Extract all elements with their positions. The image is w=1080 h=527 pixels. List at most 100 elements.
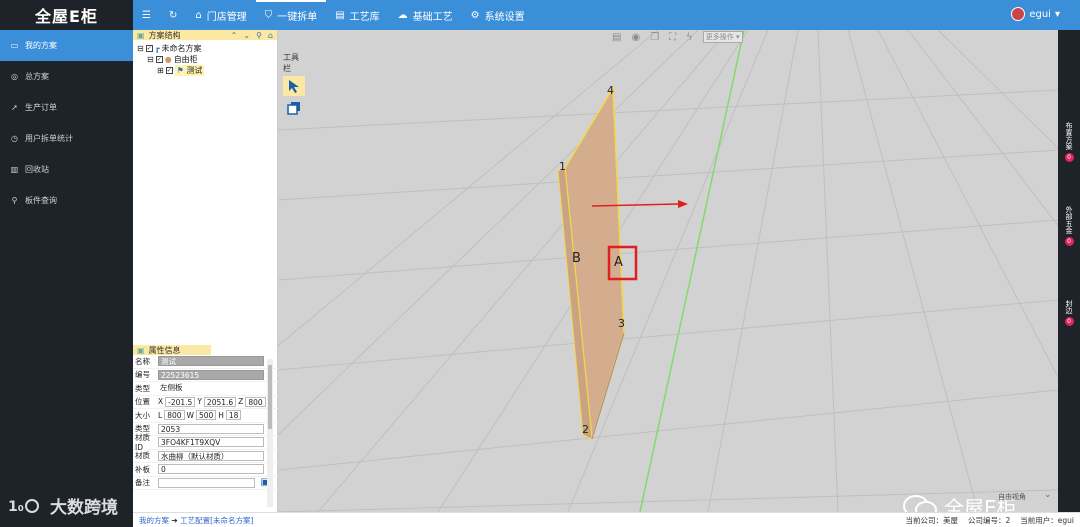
code-field[interactable]: 22523615 <box>158 369 264 380</box>
sidebar-item-orders[interactable]: ➚ 生产订单 <box>0 92 133 123</box>
hamburger-icon: ☰ <box>142 9 151 21</box>
caret-down-icon: ▾ <box>1054 8 1060 20</box>
pos-y-field[interactable]: 2051.6 <box>203 396 237 407</box>
board-icon: ⚑ <box>176 66 184 75</box>
face-label-a: A <box>614 255 623 270</box>
type-value: 左侧板 <box>160 383 183 393</box>
right-tab-label: 封边 <box>1065 300 1073 314</box>
copy-tool-button[interactable] <box>283 98 305 118</box>
tree-node-cabinet[interactable]: ⊟ ✓ ● 自由柜 <box>137 54 273 65</box>
tree-checkbox[interactable]: ✓ <box>155 56 163 63</box>
face-label-b: B <box>572 251 581 266</box>
right-tab-layout[interactable]: 布置方案 0 <box>1058 122 1080 162</box>
more-actions-button[interactable]: 更多操作 ▾ <box>702 31 743 43</box>
structure-title-bar: ▣ 方案结构 ⌃ ⌄ ⚲ ⌂ <box>133 30 277 40</box>
material-id-field[interactable]: 3FO4KF1T9XQV <box>158 437 264 448</box>
size-l-field[interactable]: 800 <box>164 410 185 421</box>
sidebar-item-board-search[interactable]: ⚲ 板件查询 <box>0 185 133 216</box>
collapse-all-icon[interactable]: ⌄ <box>243 31 250 40</box>
chevron-down-icon[interactable]: ⌄ <box>1044 490 1052 500</box>
watermark-icon: 1₀ <box>8 498 39 515</box>
vertex-label-4: 4 <box>607 84 614 97</box>
layers-icon[interactable]: ❐ <box>650 32 659 43</box>
refresh-button[interactable]: ↻ <box>160 0 186 30</box>
nav-settings[interactable]: ⚙ 系统设置 <box>462 0 534 30</box>
breadcrumb-config[interactable]: 工艺配置[未命名方案] <box>180 516 253 525</box>
size-w-field[interactable]: 500 <box>195 410 217 421</box>
prop-edge: 补板 0 <box>133 463 278 477</box>
send-icon: ➚ <box>11 103 18 112</box>
refresh-icon: ↻ <box>168 9 178 21</box>
right-tab-label: 布置方案 <box>1065 122 1073 150</box>
panel-icon: ▣ <box>137 345 145 355</box>
count-badge: 0 <box>1064 237 1074 246</box>
folder-icon: ▭ <box>10 41 19 50</box>
sidebar-item-all-plans[interactable]: ◎ 总方案 <box>0 61 133 92</box>
tree-node-board[interactable]: ⊞ ✓ ⚑ 测试 <box>137 65 273 76</box>
search-icon[interactable]: ⚲ <box>256 31 262 40</box>
sidebar-item-my-plans[interactable]: ▭ 我的方案 <box>0 30 133 61</box>
lightning-icon[interactable]: ϟ <box>686 32 693 43</box>
globe-icon: ◎ <box>11 72 18 81</box>
right-sidebar: 布置方案 0 外部五金 0 封边 0 <box>1058 30 1080 512</box>
nav-basic-craft[interactable]: ☁ 基础工艺 <box>389 0 462 30</box>
count-badge: 0 <box>1064 153 1074 162</box>
user-menu[interactable]: egui ▾ <box>1011 7 1060 21</box>
wechat-icon <box>903 494 937 512</box>
svg-text:1₀: 1₀ <box>8 499 24 515</box>
sidebar: 全屋E柜 ▭ 我的方案 ◎ 总方案 ➚ 生产订单 ◷ 用户拆单统计 ▥ 回收站 … <box>0 0 133 527</box>
shield-icon: ⛉ <box>264 9 273 21</box>
nav-split-order[interactable]: ⛉ 一键拆单 <box>255 0 327 30</box>
home-icon[interactable]: ⌂ <box>268 31 273 40</box>
sidebar-item-recycle[interactable]: ▥ 回收站 <box>0 154 133 185</box>
target-icon[interactable]: ◉ <box>631 32 640 43</box>
breadcrumb-my-plans[interactable]: 我的方案 <box>139 516 169 525</box>
vertex-label-1: 1 <box>559 160 566 173</box>
arrow-head <box>678 200 688 208</box>
tree-checkbox[interactable]: ✓ <box>165 67 173 74</box>
note-field[interactable] <box>158 477 255 488</box>
search-icon: ⚲ <box>11 196 18 205</box>
company-code-label: 公司编号：2 <box>968 515 1011 525</box>
status-bar: 我的方案 ➔ 工艺配置[未命名方案] 当前公司：美屋 公司编号：2 当前用户：e… <box>133 512 1080 527</box>
y-axis-line <box>639 30 745 512</box>
menu-toggle-button[interactable]: ☰ <box>133 0 160 30</box>
nav-craft-lib[interactable]: ▤ 工艺库 <box>326 0 388 30</box>
right-tab-hardware[interactable]: 外部五金 0 <box>1058 206 1080 246</box>
expand-all-icon[interactable]: ⌃ <box>231 31 238 40</box>
edge-field[interactable]: 0 <box>158 464 264 475</box>
current-user-label: 当前用户：egui <box>1020 515 1074 525</box>
structure-panel: ▣ 方案结构 ⌃ ⌄ ⚲ ⌂ ⊟ ✓ ┏ 未命名方案 ⊟ ✓ ● 自由柜 ⊞ ✓ ⚑… <box>133 30 278 512</box>
name-field[interactable]: 测试 <box>158 356 264 367</box>
cursor-icon <box>289 80 299 93</box>
right-tab-edge[interactable]: 封边 0 <box>1058 300 1080 326</box>
pos-x-field[interactable]: -201.5 <box>165 396 196 407</box>
panel-icon: ▣ <box>137 30 145 40</box>
fullscreen-icon[interactable]: ⛶ <box>669 32 676 43</box>
sidebar-item-stats[interactable]: ◷ 用户拆单统计 <box>0 123 133 154</box>
vertex-label-3: 3 <box>618 317 625 330</box>
prop-name: 名称 测试 <box>133 355 278 369</box>
floor-grid <box>278 30 1058 512</box>
3d-viewport[interactable]: 1 4 3 2 A B 工具栏 ▤ ◉ ❐ ⛶ ϟ 更多操作 ▾ 全屋E柜 自由… <box>278 30 1058 512</box>
nav-store[interactable]: ⌂ 门店管理 <box>186 0 255 30</box>
pos-z-field[interactable]: 800 <box>245 396 266 407</box>
folder-icon[interactable]: ▤ <box>612 32 621 43</box>
size-h-field[interactable]: 18 <box>225 410 242 421</box>
prop-material-id: 材质ID 3FO4KF1T9XQV <box>133 433 278 452</box>
toolbox: 工具栏 <box>283 52 305 118</box>
tree-checkbox[interactable]: ✓ <box>145 45 153 52</box>
top-nav: ☰ ↻ ⌂ 门店管理 ⛉ 一键拆单 ▤ 工艺库 ☁ 基础工艺 ⚙ 系统设置 egui ▾ <box>133 0 1080 30</box>
gear-icon: ⚙ <box>470 9 480 21</box>
cabinet-icon: ● <box>164 55 172 64</box>
view-mode-label[interactable]: 自由视角 <box>998 492 1026 502</box>
book-icon: ▤ <box>335 9 345 21</box>
material-field[interactable]: 水曲柳（默认材质） <box>158 450 264 461</box>
viewport-canvas[interactable] <box>278 30 1058 512</box>
count-badge: 0 <box>1064 317 1074 326</box>
properties-scrollbar[interactable] <box>267 359 273 507</box>
app-logo[interactable]: 全屋E柜 <box>0 0 133 30</box>
kind-field[interactable]: 2053 <box>158 423 264 434</box>
tree-node-plan[interactable]: ⊟ ✓ ┏ 未命名方案 <box>137 43 273 54</box>
select-tool-button[interactable] <box>283 76 305 96</box>
